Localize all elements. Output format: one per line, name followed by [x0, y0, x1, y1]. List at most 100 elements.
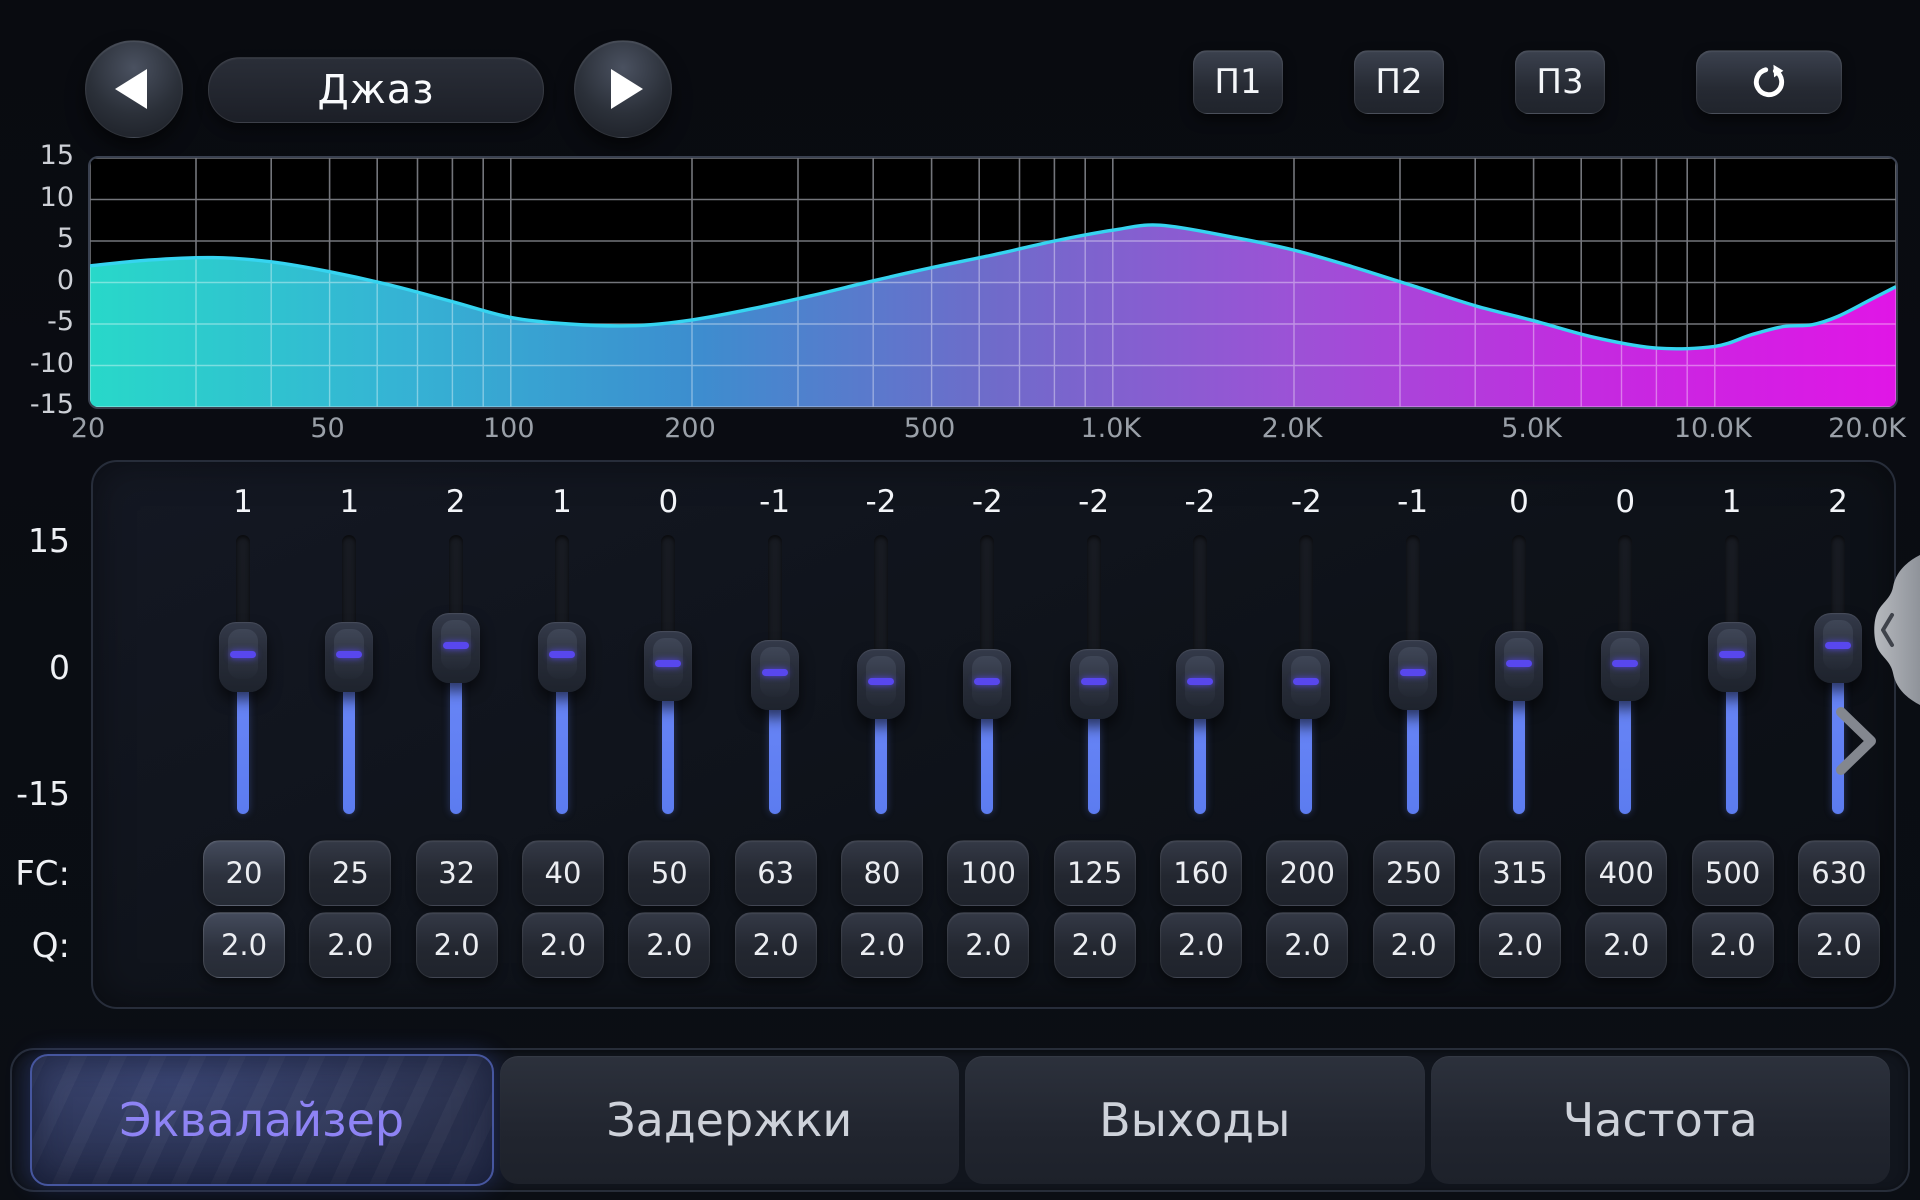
band-fc-button[interactable]: 500 — [1692, 840, 1774, 906]
thumb-dash-icon — [230, 651, 256, 658]
x-tick-label: 1.0K — [1046, 414, 1176, 444]
band-q-button[interactable]: 2.0 — [1373, 912, 1455, 978]
thumb-dash-icon — [1081, 678, 1107, 685]
band-q-button[interactable]: 2.0 — [947, 912, 1029, 978]
band-fc-button[interactable]: 63 — [735, 840, 817, 906]
band-slider-thumb[interactable] — [1495, 631, 1543, 701]
q-row-label: Q: — [0, 926, 70, 966]
band-fc-button[interactable]: 400 — [1585, 840, 1667, 906]
triangle-right-icon — [611, 69, 643, 109]
band-slider-thumb[interactable] — [1282, 649, 1330, 719]
band-fc-button[interactable]: 250 — [1373, 840, 1455, 906]
band-fc-button[interactable]: 100 — [947, 840, 1029, 906]
band-q-button[interactable]: 2.0 — [628, 912, 710, 978]
band-q-button[interactable]: 2.0 — [1798, 912, 1880, 978]
band-fc-button[interactable]: 125 — [1054, 840, 1136, 906]
band-q-button[interactable]: 2.0 — [522, 912, 604, 978]
band-q-button[interactable]: 2.0 — [1266, 912, 1348, 978]
eq-band-200: -2 200 2.0 — [1253, 462, 1359, 1007]
refresh-arrow-icon — [1750, 63, 1788, 101]
band-fc-button[interactable]: 160 — [1160, 840, 1242, 906]
x-tick-label: 10.0K — [1648, 414, 1778, 444]
x-tick-label: 50 — [263, 414, 393, 444]
thumb-dash-icon — [1187, 678, 1213, 685]
band-slider-thumb[interactable] — [325, 622, 373, 692]
band-gain-label: -2 — [1147, 484, 1253, 520]
band-slider-thumb[interactable] — [538, 622, 586, 692]
preset-prev-button[interactable] — [85, 40, 183, 138]
preset-slot-button-2[interactable]: П2 — [1354, 50, 1444, 114]
thumb-dash-icon — [1506, 660, 1532, 667]
band-slider-thumb[interactable] — [219, 622, 267, 692]
preset-slot-button-3[interactable]: П3 — [1515, 50, 1605, 114]
eq-band-250: -1 250 2.0 — [1360, 462, 1466, 1007]
band-fc-button[interactable]: 40 — [522, 840, 604, 906]
slider-scale-zero: 0 — [0, 648, 70, 687]
preset-next-button[interactable] — [574, 40, 672, 138]
band-fc-button[interactable]: 80 — [841, 840, 923, 906]
band-slider-thumb[interactable] — [644, 631, 692, 701]
thumb-grip — [441, 620, 471, 670]
band-slider-thumb[interactable] — [1070, 649, 1118, 719]
y-tick-label: 10 — [6, 183, 74, 213]
band-slider-thumb[interactable] — [963, 649, 1011, 719]
band-gain-label: 1 — [296, 484, 402, 520]
side-drawer-handle[interactable] — [1862, 555, 1920, 705]
eq-band-32: 2 32 2.0 — [403, 462, 509, 1007]
band-fc-button[interactable]: 20 — [203, 840, 285, 906]
tab-delays[interactable]: Задержки — [500, 1056, 960, 1184]
thumb-grip — [866, 656, 896, 706]
band-q-button[interactable]: 2.0 — [1160, 912, 1242, 978]
band-fc-button[interactable]: 50 — [628, 840, 710, 906]
preset-selector[interactable]: Джаз — [208, 57, 544, 123]
band-fc-button[interactable]: 315 — [1479, 840, 1561, 906]
band-fc-button[interactable]: 25 — [309, 840, 391, 906]
band-q-button[interactable]: 2.0 — [203, 912, 285, 978]
bottom-tab-bar: ЭквалайзерЗадержкиВыходыЧастота — [10, 1048, 1910, 1192]
band-q-button[interactable]: 2.0 — [1692, 912, 1774, 978]
band-slider-thumb[interactable] — [1814, 613, 1862, 683]
eq-band-125: -2 125 2.0 — [1041, 462, 1147, 1007]
band-q-button[interactable]: 2.0 — [1585, 912, 1667, 978]
thumb-grip — [1504, 638, 1534, 688]
eq-response-chart — [88, 156, 1898, 409]
band-q-button[interactable]: 2.0 — [841, 912, 923, 978]
band-q-button[interactable]: 2.0 — [309, 912, 391, 978]
tab-equalizer[interactable]: Эквалайзер — [30, 1054, 494, 1186]
band-slider-thumb[interactable] — [1389, 640, 1437, 710]
band-q-button[interactable]: 2.0 — [735, 912, 817, 978]
band-slider-thumb[interactable] — [857, 649, 905, 719]
reset-button[interactable] — [1696, 50, 1842, 114]
band-q-button[interactable]: 2.0 — [1054, 912, 1136, 978]
band-slider-thumb[interactable] — [1708, 622, 1756, 692]
thumb-dash-icon — [336, 651, 362, 658]
band-q-button[interactable]: 2.0 — [1479, 912, 1561, 978]
eq-band-40: 1 40 2.0 — [509, 462, 615, 1007]
band-fc-button[interactable]: 32 — [416, 840, 498, 906]
preset-slot-button-1[interactable]: П1 — [1193, 50, 1283, 114]
y-tick-label: -10 — [6, 349, 74, 379]
x-tick-label: 200 — [625, 414, 755, 444]
thumb-grip — [1717, 629, 1747, 679]
band-slider-thumb[interactable] — [432, 613, 480, 683]
x-tick-label: 20.0K — [1776, 414, 1906, 444]
tab-frequency[interactable]: Частота — [1431, 1056, 1891, 1184]
band-gain-label: -2 — [828, 484, 934, 520]
band-slider-thumb[interactable] — [751, 640, 799, 710]
band-fc-button[interactable]: 200 — [1266, 840, 1348, 906]
eq-band-100: -2 100 2.0 — [934, 462, 1040, 1007]
next-bands-button[interactable] — [1831, 704, 1881, 778]
band-q-button[interactable]: 2.0 — [416, 912, 498, 978]
band-slider-thumb[interactable] — [1601, 631, 1649, 701]
thumb-grip — [334, 629, 364, 679]
band-slider-thumb[interactable] — [1176, 649, 1224, 719]
thumb-grip — [1185, 656, 1215, 706]
eq-band-63: -1 63 2.0 — [722, 462, 828, 1007]
thumb-grip — [1291, 656, 1321, 706]
chevron-right-icon — [1841, 712, 1871, 770]
band-gain-label: 2 — [1785, 484, 1891, 520]
preset-name-label: Джаз — [317, 67, 434, 113]
eq-band-50: 0 50 2.0 — [615, 462, 721, 1007]
band-fc-button[interactable]: 630 — [1798, 840, 1880, 906]
tab-outputs[interactable]: Выходы — [965, 1056, 1425, 1184]
